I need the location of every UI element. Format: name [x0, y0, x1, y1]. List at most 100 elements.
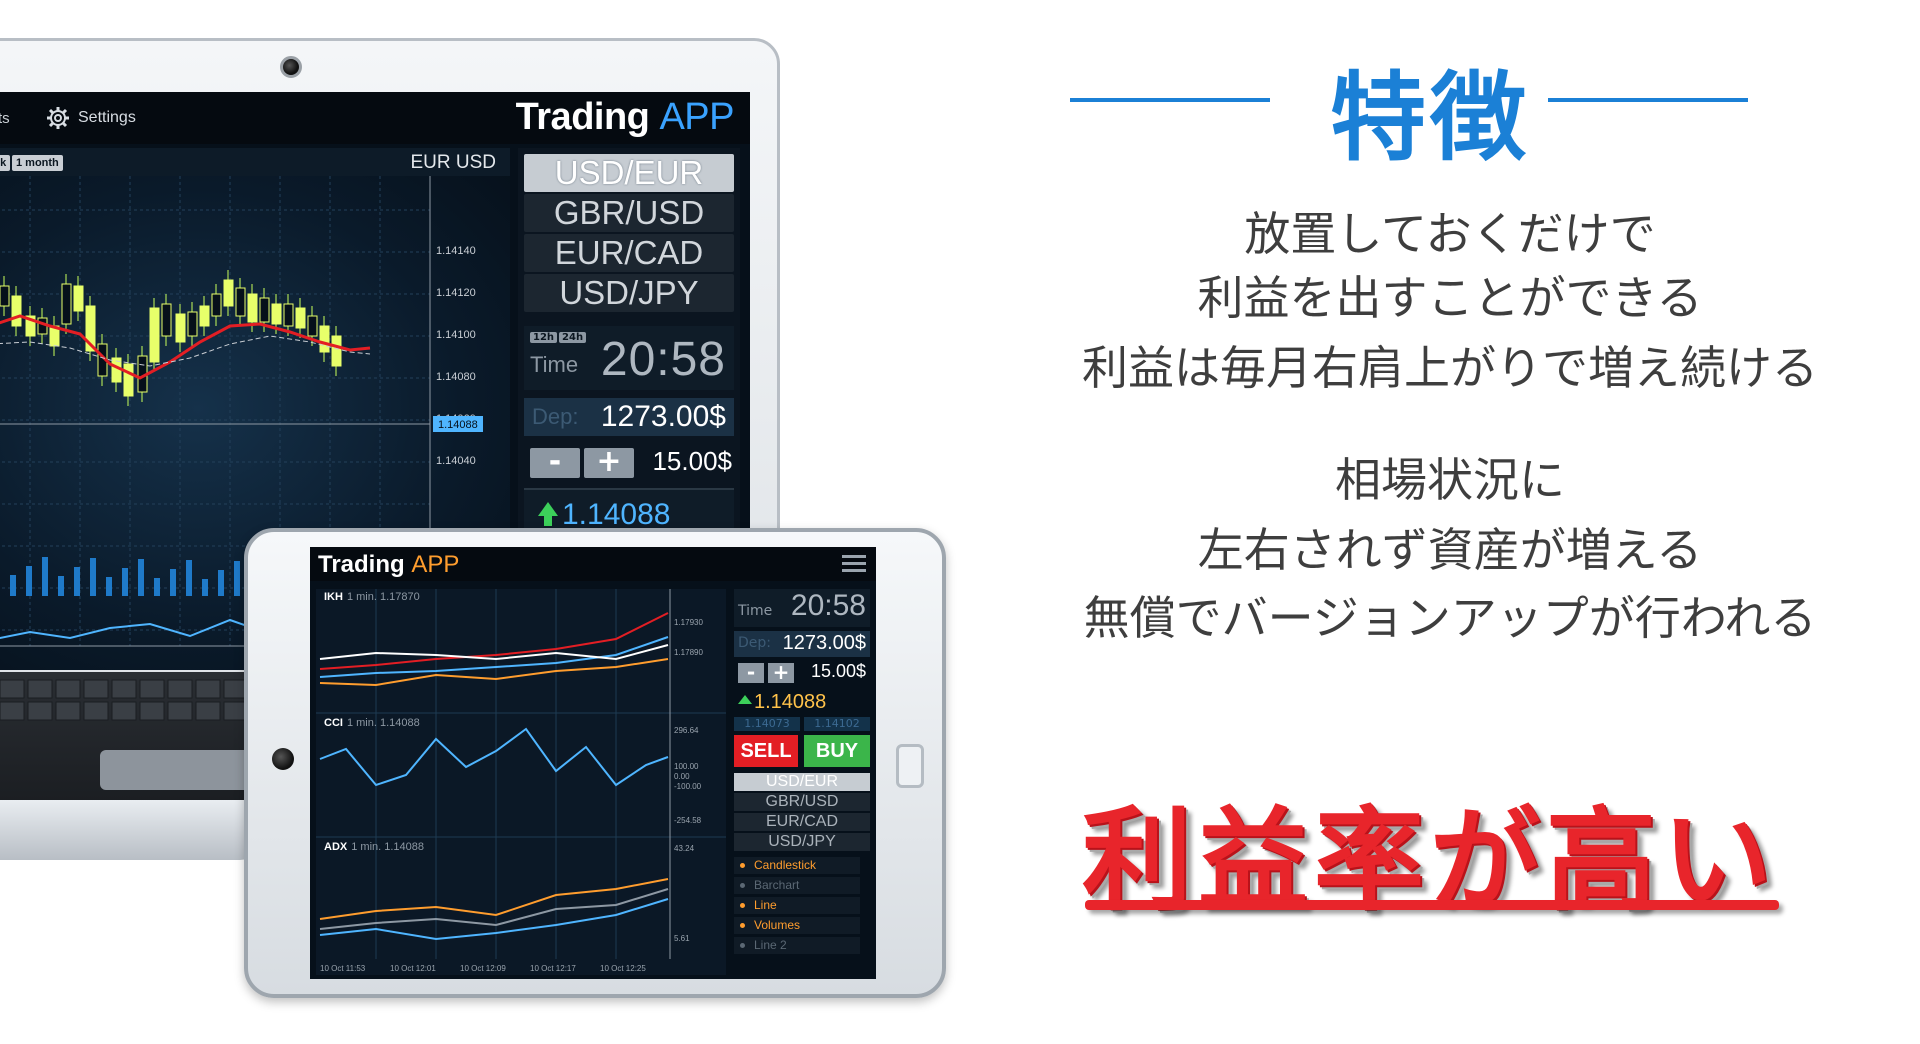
tablet-chart-canvas: 1.17930 1.17890 296.64 100.000.00-100.00 -25…: [316, 589, 726, 973]
y-tick-label: 1.14040: [436, 455, 476, 467]
volume-bar: [42, 557, 48, 596]
pair-usd-eur[interactable]: USD/EUR: [524, 154, 734, 192]
volume-bar: [218, 570, 224, 596]
volume-bar: [122, 568, 128, 596]
hamburger-menu-icon[interactable]: [842, 555, 866, 573]
ask-price: 1.14102: [804, 717, 870, 731]
volume-bar: [106, 577, 112, 596]
candle-body: [187, 311, 198, 337]
feature-line-5: 左右されず資産が増える: [1197, 523, 1703, 577]
y-tick-label: 1.14120: [436, 287, 476, 299]
sell-button[interactable]: SELL: [734, 735, 798, 767]
tablet-decrease-button[interactable]: -: [738, 662, 764, 683]
indicator-tick-label: 296.64: [674, 726, 699, 735]
candle-body: [149, 307, 160, 363]
chart-type-barchart[interactable]: Barchart: [734, 877, 860, 894]
decrease-button[interactable]: -: [530, 447, 580, 478]
app-title-accent: APP: [659, 96, 734, 138]
time-mode-12h[interactable]: 12h: [530, 332, 558, 343]
laptop-trackpad: [100, 750, 250, 790]
volume-bar: [170, 569, 176, 596]
tablet-screen: Trading APP 1.17930 1.17890 296.64 100.00 0.…: [310, 547, 876, 979]
pair-eur-cad[interactable]: EUR/CAD: [524, 234, 734, 272]
buy-button[interactable]: BUY: [804, 735, 870, 767]
adx-panel-label: ADX 1 min. 1.14088: [324, 841, 425, 853]
time-mode-24h[interactable]: 24h: [559, 332, 587, 343]
volume-bar: [58, 576, 64, 596]
price-value: 1.14088: [562, 498, 671, 531]
y-tick-label: 1.14080: [436, 371, 476, 383]
tablet-pair-eur-cad[interactable]: EUR/CAD: [734, 813, 870, 831]
tablet-pair-usd-eur[interactable]: USD/EUR: [734, 773, 870, 791]
candle-body: [331, 335, 342, 367]
chart-type-volumes[interactable]: Volumes: [734, 917, 860, 934]
indicator-tick-label: 0.00: [674, 772, 690, 781]
time-axis-label: 10 Oct 12:09: [460, 964, 506, 973]
current-price-tag-label: 1.14088: [438, 419, 478, 431]
volume-bar: [74, 567, 80, 596]
feature-line-1: 放置しておくだけで: [1244, 207, 1656, 261]
volume-bar: [202, 579, 208, 596]
feature-line-6: 無償でバージョンアップが行われる: [1083, 591, 1817, 645]
volume-bar: [234, 561, 240, 596]
volume-bar: [26, 566, 32, 596]
candle-body: [123, 363, 134, 397]
bid-price: 1.14073: [734, 717, 800, 731]
cci-panel-label: CCI 1 min. 1.14088: [324, 717, 420, 729]
chart-pair-label: EUR USD: [410, 152, 496, 173]
range-week-chip[interactable]: ek: [0, 155, 11, 171]
tablet-deposit-display: Dep: 1273.00$: [734, 631, 870, 657]
range-month-chip[interactable]: 1 month: [12, 155, 63, 171]
tablet-price-value: 1.14088: [754, 691, 827, 713]
candle-body: [73, 285, 84, 312]
tablet-stake-value: 15.00$: [810, 661, 866, 681]
chart-type-line-2[interactable]: Line 2: [734, 937, 860, 954]
tablet-indicator-charts[interactable]: 1.17930 1.17890 296.64 100.00 0.00 -100.00 -25…: [316, 589, 726, 975]
chart-type-line[interactable]: Line: [734, 897, 860, 914]
pair-usd-jpy[interactable]: USD/JPY: [524, 274, 734, 312]
pair-gbr-usd[interactable]: GBR/USD: [524, 194, 734, 232]
tablet-increase-button[interactable]: +: [768, 662, 794, 683]
chart-type-candlestick[interactable]: Candlestick: [734, 857, 860, 874]
title-rule-right: [1548, 98, 1748, 102]
candle-body: [319, 325, 330, 353]
tablet-arrow-up-icon: [738, 695, 752, 704]
y-tick-label: 1.14140: [436, 245, 476, 257]
candle-body: [283, 303, 294, 327]
feature-line-3: 利益は毎月右肩上がりで増え続ける: [1082, 341, 1818, 395]
time-mode-toggle[interactable]: 12h 24h: [530, 332, 587, 343]
candle-body: [161, 303, 172, 337]
app-title-main: Trading: [515, 96, 650, 138]
gear-icon: [47, 107, 69, 129]
candle-body: [307, 315, 318, 337]
increase-button[interactable]: +: [584, 447, 634, 478]
deposit-value: 1273.00$: [600, 400, 726, 433]
deposit-display: Dep: 1273.00$: [524, 398, 734, 436]
indicator-tick-label: 100.00: [674, 762, 699, 771]
tablet-topbar: Trading APP: [310, 547, 876, 581]
tablet-deposit-value: 1273.00$: [782, 632, 866, 654]
tab-fragment[interactable]: ts: [0, 110, 10, 127]
highlight-underline: [1085, 900, 1779, 910]
indicator-tick-label: 1.17930: [674, 618, 703, 627]
tablet-home-button[interactable]: [896, 744, 924, 788]
y-tick-label: 1.14100: [436, 329, 476, 341]
laptop-topbar: ts Settings Trading APP: [0, 92, 750, 144]
settings-button[interactable]: Settings: [46, 106, 136, 130]
candle-body: [175, 313, 186, 343]
feature-line-2: 利益を出すことができる: [1197, 271, 1703, 325]
features-title: 特徴: [1330, 62, 1530, 174]
tablet-app-title-main: Trading: [318, 551, 405, 578]
candle-body: [259, 297, 270, 323]
indicator-tick-label: -254.58: [674, 816, 702, 825]
indicator-tick-label: 1.17890: [674, 648, 703, 657]
laptop-rim: [0, 800, 260, 860]
deposit-label: Dep:: [532, 404, 579, 429]
time-value: 20:58: [600, 333, 726, 386]
tablet-pair-usd-jpy[interactable]: USD/JPY: [734, 833, 870, 851]
candle-body: [211, 293, 222, 317]
tablet-pair-gbr-usd[interactable]: GBR/USD: [734, 793, 870, 811]
candle-body: [223, 279, 234, 307]
tablet-app-title-accent: APP: [411, 551, 460, 578]
app-title: Trading APP: [515, 96, 735, 139]
